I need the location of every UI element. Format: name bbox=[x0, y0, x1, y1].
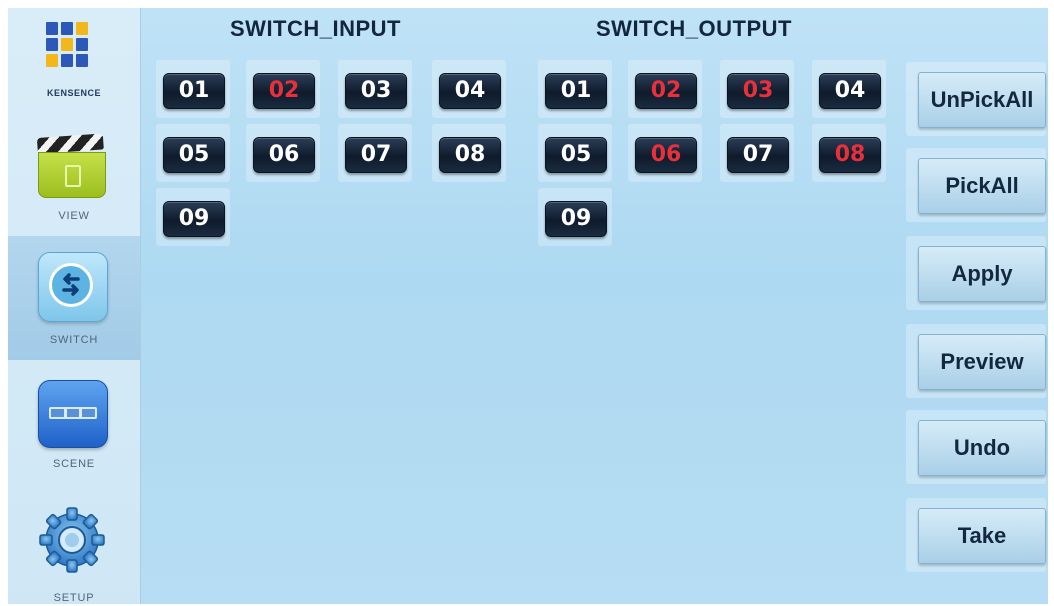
sidebar-item-switch[interactable]: SWITCH bbox=[8, 236, 140, 360]
input-channel-07[interactable]: 07 bbox=[345, 137, 407, 173]
apply-button[interactable]: Apply bbox=[918, 246, 1046, 302]
kensence-logo-icon bbox=[46, 22, 88, 68]
unpick-all-button[interactable]: UnPickAll bbox=[918, 72, 1046, 128]
input-channel-06[interactable]: 06 bbox=[253, 137, 315, 173]
gear-icon bbox=[36, 504, 108, 576]
pick-all-button[interactable]: PickAll bbox=[918, 158, 1046, 214]
switch-screen: KENSENCE VIEW SWITCH SCENE SETUP SWITCH_… bbox=[8, 8, 1048, 604]
scene-icon bbox=[38, 380, 108, 448]
output-channel-01[interactable]: 01 bbox=[545, 73, 607, 109]
logo: KENSENCE bbox=[8, 8, 140, 114]
output-channel-08[interactable]: 08 bbox=[819, 137, 881, 173]
input-channel-08[interactable]: 08 bbox=[439, 137, 501, 173]
output-channel-05[interactable]: 05 bbox=[545, 137, 607, 173]
sidebar-item-setup[interactable]: SETUP bbox=[8, 486, 140, 604]
switch-input-title: SWITCH_INPUT bbox=[230, 16, 401, 41]
undo-button[interactable]: Undo bbox=[918, 420, 1046, 476]
take-button[interactable]: Take bbox=[918, 508, 1046, 564]
sidebar-item-view[interactable]: VIEW bbox=[8, 114, 140, 238]
input-channel-04[interactable]: 04 bbox=[439, 73, 501, 109]
output-channel-03[interactable]: 03 bbox=[727, 73, 789, 109]
sidebar-item-label: SETUP bbox=[53, 592, 95, 604]
output-channel-06[interactable]: 06 bbox=[635, 137, 697, 173]
output-channel-02[interactable]: 02 bbox=[635, 73, 697, 109]
output-channel-04[interactable]: 04 bbox=[819, 73, 881, 109]
clapperboard-icon bbox=[36, 133, 106, 198]
input-channel-05[interactable]: 05 bbox=[163, 137, 225, 173]
sidebar-item-label: SWITCH bbox=[49, 334, 99, 346]
sidebar-item-label: SCENE bbox=[53, 458, 95, 470]
input-channel-09[interactable]: 09 bbox=[163, 201, 225, 237]
sidebar: KENSENCE VIEW SWITCH SCENE SETUP bbox=[8, 8, 141, 604]
sidebar-item-label: VIEW bbox=[58, 210, 90, 222]
switch-arrows-icon bbox=[38, 252, 108, 322]
input-channel-03[interactable]: 03 bbox=[345, 73, 407, 109]
switch-output-title: SWITCH_OUTPUT bbox=[596, 16, 792, 41]
input-channel-02[interactable]: 02 bbox=[253, 73, 315, 109]
logo-text: KENSENCE bbox=[46, 88, 101, 98]
preview-button[interactable]: Preview bbox=[918, 334, 1046, 390]
output-channel-07[interactable]: 07 bbox=[727, 137, 789, 173]
input-channel-01[interactable]: 01 bbox=[163, 73, 225, 109]
sidebar-item-scene[interactable]: SCENE bbox=[8, 362, 140, 486]
output-channel-09[interactable]: 09 bbox=[545, 201, 607, 237]
